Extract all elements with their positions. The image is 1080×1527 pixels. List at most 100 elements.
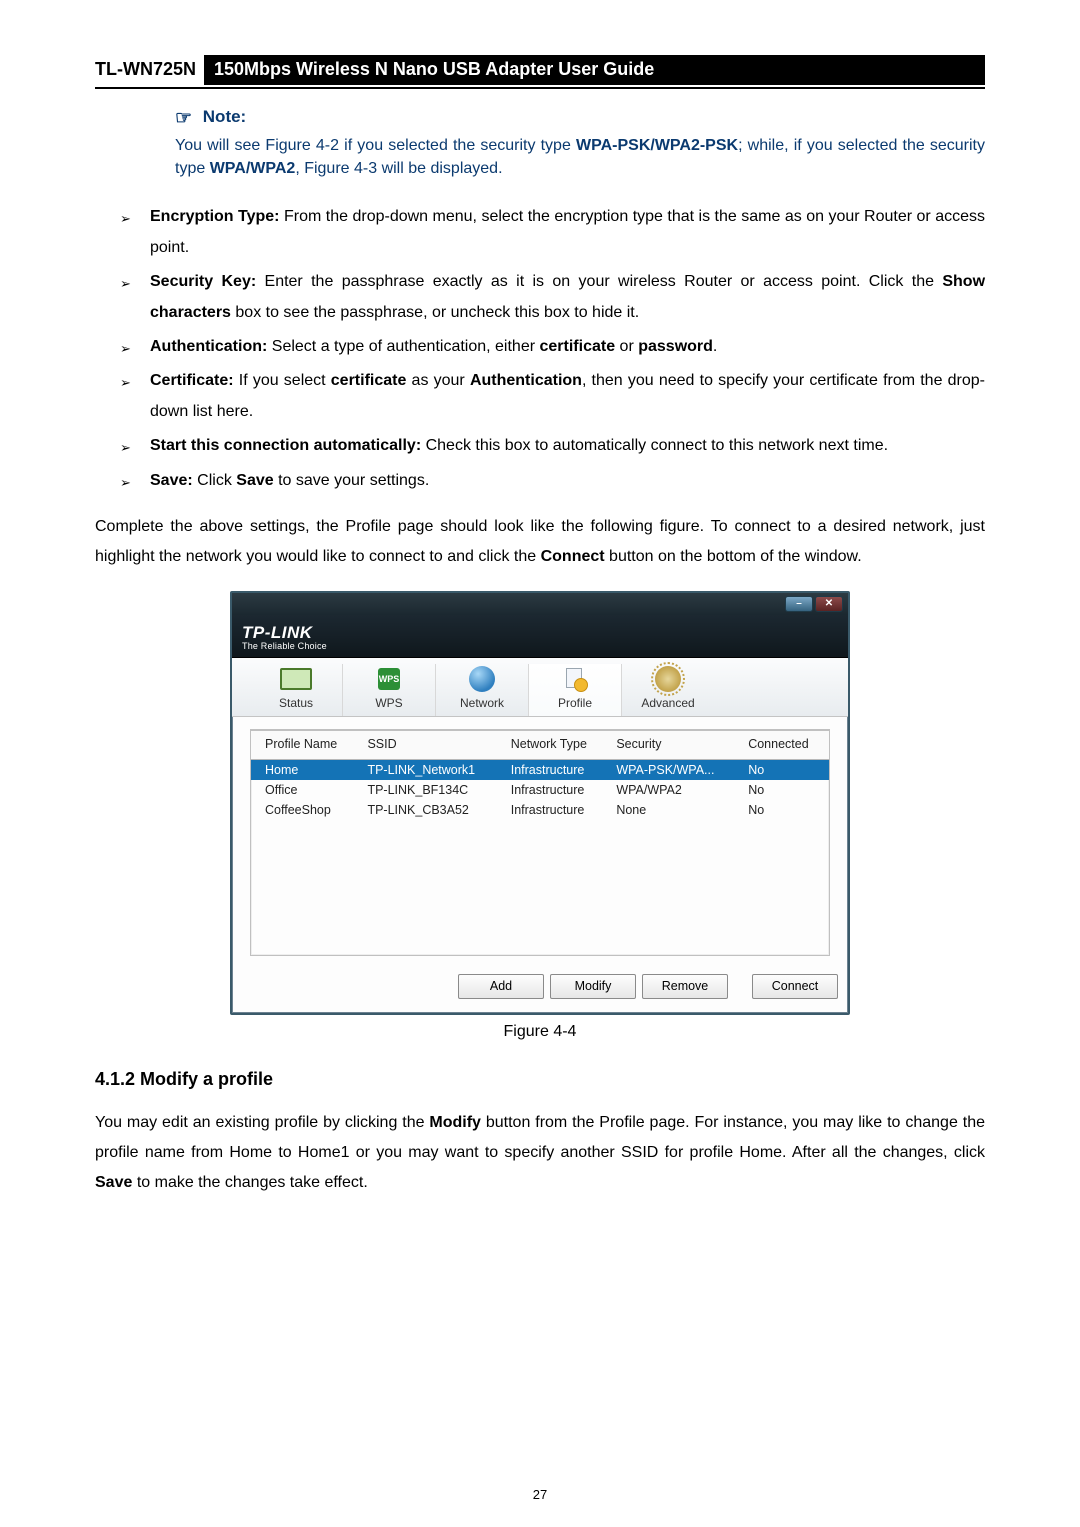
bullet-bold: Authentication [470, 372, 582, 389]
brand-text: TP-LINK [242, 623, 313, 642]
tab-network[interactable]: Network [436, 664, 529, 716]
tab-profile[interactable]: Profile [529, 664, 622, 716]
table-cell: TP-LINK_CB3A52 [361, 800, 504, 820]
table-cell: WPA-PSK/WPA... [610, 759, 742, 780]
bullet-bold: certificate [331, 372, 407, 389]
wps-icon: WPS [372, 664, 406, 694]
table-row[interactable]: CoffeeShopTP-LINK_CB3A52InfrastructureNo… [251, 800, 829, 820]
table-cell: TP-LINK_Network1 [361, 759, 504, 780]
window-close-button[interactable]: ✕ [816, 597, 842, 611]
col-connected[interactable]: Connected [742, 730, 829, 759]
bullet-bold: password [638, 338, 713, 355]
tab-status[interactable]: Status [250, 664, 343, 716]
tab-bar: Status WPS WPS Network Profile Advanced [232, 658, 848, 717]
brand-subtext: The Reliable Choice [242, 641, 848, 651]
tab-wps[interactable]: WPS WPS [343, 664, 436, 716]
figure-caption: Figure 4-4 [95, 1023, 985, 1041]
connect-button[interactable]: Connect [752, 974, 838, 999]
note-bold: WPA-PSK/WPA2-PSK [576, 137, 738, 154]
para-bold: Connect [541, 548, 605, 565]
col-network-type[interactable]: Network Type [505, 730, 611, 759]
bullet-text: Check this box to automatically connect … [421, 437, 888, 454]
table-cell: Infrastructure [505, 800, 611, 820]
tab-label: Network [436, 696, 528, 710]
window-minimize-button[interactable]: – [786, 597, 812, 611]
bullet-label: Certificate: [150, 372, 234, 389]
table-cell: No [742, 780, 829, 800]
bullet-label: Encryption Type: [150, 208, 280, 225]
tab-advanced[interactable]: Advanced [622, 664, 714, 716]
bullet-bold: Save [236, 472, 273, 489]
utility-body: Profile Name SSID Network Type Security … [232, 717, 848, 964]
note-text: , Figure 4-3 will be displayed. [295, 160, 502, 177]
para-text: You may edit an existing profile by clic… [95, 1114, 429, 1131]
bullet-list: Encryption Type: From the drop-down menu… [95, 202, 985, 496]
tab-label: Status [250, 696, 342, 710]
brand-bar: TP-LINK The Reliable Choice [232, 615, 848, 658]
add-button[interactable]: Add [458, 974, 544, 999]
bullet-text: Click [193, 472, 237, 489]
list-item: Authentication: Select a type of authent… [120, 332, 985, 362]
list-item: Save: Click Save to save your settings. [120, 466, 985, 496]
modify-paragraph: You may edit an existing profile by clic… [95, 1108, 985, 1199]
doc-header: TL-WN725N 150Mbps Wireless N Nano USB Ad… [95, 55, 985, 89]
status-icon [279, 664, 313, 694]
bullet-text: Select a type of authentication, either [267, 338, 539, 355]
brand-logo: TP-LINK The Reliable Choice [232, 617, 848, 651]
note-label: Note: [203, 107, 246, 126]
bullet-label: Start this connection automatically: [150, 437, 421, 454]
list-item: Security Key: Enter the passphrase exact… [120, 267, 985, 328]
doc-model: TL-WN725N [95, 57, 204, 84]
bullet-text: . [713, 338, 717, 355]
section-heading: 4.1.2 Modify a profile [95, 1069, 985, 1090]
col-profile-name[interactable]: Profile Name [251, 730, 361, 759]
utility-window: – ✕ TP-LINK The Reliable Choice Status W… [230, 591, 850, 1015]
window-titlebar: – ✕ [232, 593, 848, 615]
bullet-text: or [615, 338, 638, 355]
tab-label: Profile [529, 696, 621, 710]
bullet-label: Security Key: [150, 273, 256, 290]
table-cell: None [610, 800, 742, 820]
remove-button[interactable]: Remove [642, 974, 728, 999]
bullet-text: Enter the passphrase exactly as it is on… [256, 273, 942, 290]
table-cell: Office [251, 780, 361, 800]
intro-paragraph: Complete the above settings, the Profile… [95, 512, 985, 573]
table-row[interactable]: OfficeTP-LINK_BF134CInfrastructureWPA/WP… [251, 780, 829, 800]
gear-icon [651, 664, 685, 694]
page-number: 27 [0, 1487, 1080, 1502]
list-item: Encryption Type: From the drop-down menu… [120, 202, 985, 263]
para-text: to make the changes take effect. [132, 1174, 367, 1191]
note-block: ☞ Note: You will see Figure 4-2 if you s… [175, 107, 985, 180]
table-cell: Infrastructure [505, 759, 611, 780]
bullet-bold: certificate [540, 338, 616, 355]
profile-table: Profile Name SSID Network Type Security … [250, 729, 830, 956]
doc-title: 150Mbps Wireless N Nano USB Adapter User… [204, 55, 985, 85]
bullet-text: as your [406, 372, 470, 389]
modify-button[interactable]: Modify [550, 974, 636, 999]
minimize-icon: – [796, 598, 802, 609]
table-cell: Home [251, 759, 361, 780]
hand-pointer-icon: ☞ [175, 107, 192, 130]
tab-label: WPS [343, 696, 435, 710]
table-cell: CoffeeShop [251, 800, 361, 820]
para-bold: Modify [429, 1114, 481, 1131]
bullet-text: box to see the passphrase, or uncheck th… [231, 304, 639, 321]
utility-button-bar: Add Modify Remove Connect [232, 964, 848, 1013]
col-ssid[interactable]: SSID [361, 730, 504, 759]
bullet-label: Save: [150, 472, 193, 489]
profile-icon [558, 664, 592, 694]
para-text: button on the bottom of the window. [605, 548, 862, 565]
note-body: You will see Figure 4-2 if you selected … [175, 134, 985, 180]
table-row[interactable]: HomeTP-LINK_Network1InfrastructureWPA-PS… [251, 759, 829, 780]
bullet-label: Authentication: [150, 338, 267, 355]
para-bold: Save [95, 1174, 132, 1191]
table-cell: Infrastructure [505, 780, 611, 800]
note-text: You will see Figure 4-2 if you selected … [175, 137, 576, 154]
col-security[interactable]: Security [610, 730, 742, 759]
table-cell: TP-LINK_BF134C [361, 780, 504, 800]
note-heading: ☞ Note: [175, 107, 985, 130]
table-cell: No [742, 759, 829, 780]
list-item: Certificate: If you select certificate a… [120, 366, 985, 427]
note-bold: WPA/WPA2 [210, 160, 296, 177]
tab-label: Advanced [622, 696, 714, 710]
